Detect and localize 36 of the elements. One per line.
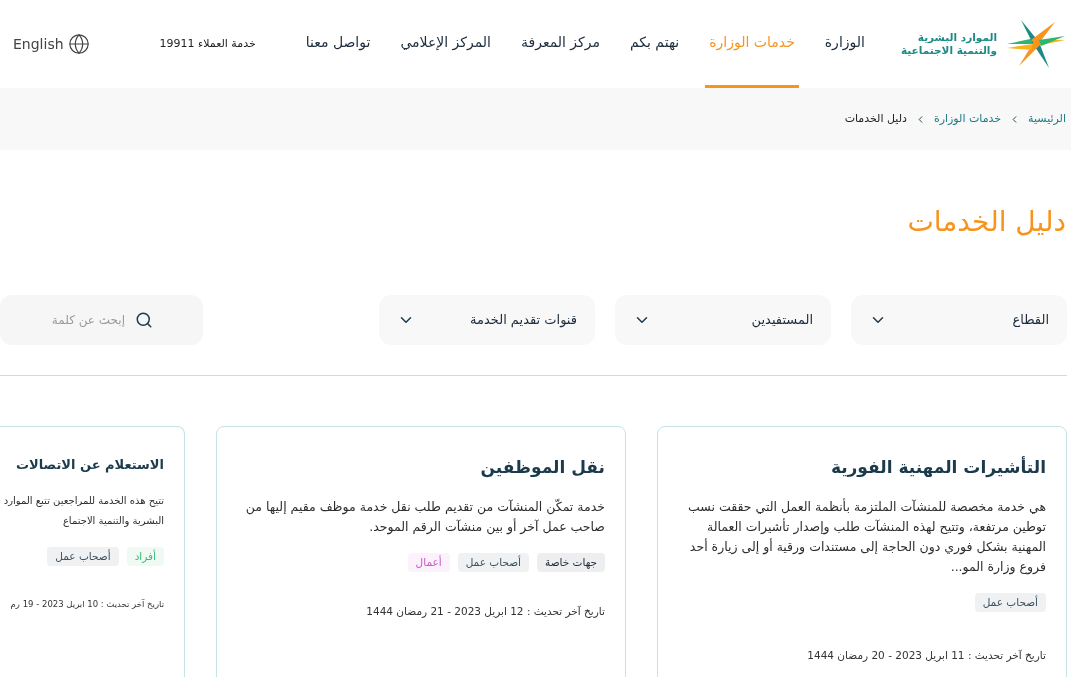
breadcrumb-link[interactable]: خدمات الوزارة	[933, 110, 1002, 128]
customer-service-number: خدمة العملاء 19911	[159, 35, 256, 52]
search-field[interactable]: إبحث عن كلمة	[0, 295, 203, 345]
card-description: تتيح هذه الخدمة للمراجعين تتبع الموارد البشرية والتنمية الاجتماع	[2, 493, 164, 529]
breadcrumb-link[interactable]: دليل الخدمات	[844, 110, 907, 128]
update-date: تاريخ آخر تحديث : 11 ابريل 2023 - 20 رمضان 1444	[806, 648, 1046, 664]
update-date: تاريخ آخر تحديث : 10 ابريل 2023 - 19 رم	[9, 598, 164, 611]
card-description: خدمة تمكّن المنشآت من تقديم طلب نقل خدمة موظف مقيم إليها من صاحب عمل آخر أو بين منشآت الرقم الموحد.	[244, 497, 605, 537]
nav-link[interactable]: الوزارة	[820, 0, 869, 88]
update-date: تاريخ آخر تحديث : 12 ابريل 2023 - 21 رمضان 1444	[365, 604, 605, 620]
service-card[interactable]: نقل الموظفين خدمة تمكّن المنشآت من تقديم طلب نقل خدمة موظف مقيم إليها من صاحب عمل آخر أو بين منشآت الرقم الموحد. جهات خاصة أصحاب عمل أعمال تاريخ آخر تحديث : 12 ابريل 2023 - 21 رمضان 1444	[216, 426, 626, 677]
logo-text: الموارد البشرية والتنمية الاجتماعية	[900, 31, 997, 57]
language-link[interactable]: English	[13, 33, 90, 55]
card-description: هي خدمة مخصصة للمنشآت الملتزمة بأنظمة العمل التي حققت نسب توطين مرتفعة، وتتيح لهذه المنشآت طلب وإصدار تأشيرات العمالة المهنية بشكل فوري دون الحاجة إلى مستندات ورقية أو إلى زيارة أحد فروع وزارة المو...	[687, 497, 1046, 577]
filter-dropdown[interactable]: قنوات تقديم الخدمة	[379, 295, 595, 345]
service-card[interactable]: الاستعلام عن الاتصالات تتيح هذه الخدمة للمراجعين تتبع الموارد البشرية والتنمية الاجتماع أفراد أصحاب عمل تاريخ آخر تحديث : 10 ابريل 2023 - 19 رم	[0, 426, 185, 677]
category-tag: جهات خاصة	[537, 552, 605, 573]
service-card[interactable]	[657, 426, 1067, 677]
page-title: دليل الخدمات	[906, 204, 1067, 240]
filter-dropdown[interactable]: القطاع	[851, 295, 1067, 345]
globe-icon	[67, 33, 90, 55]
nav-link[interactable]: نهتم بكم	[625, 0, 684, 88]
nav-link[interactable]: مركز المعرفة	[516, 0, 604, 88]
nav-link[interactable]: تواصل معنا	[301, 0, 375, 88]
category-tag: أعمال	[407, 552, 450, 573]
breadcrumb-link[interactable]: الرئيسية	[1028, 110, 1066, 128]
filter-dropdown[interactable]: المستفيدين	[615, 295, 831, 345]
category-tag: أصحاب عمل	[457, 552, 529, 573]
category-tag: أصحاب عمل	[974, 592, 1046, 613]
category-tag: أفراد	[126, 546, 164, 567]
search-icon	[135, 311, 153, 329]
card-title: نقل الموظفين	[479, 456, 605, 480]
card-title: الاستعلام عن الاتصالات	[14, 456, 164, 475]
card-title: التأشيرات المهنية الفورية	[829, 455, 1046, 480]
nav-link[interactable]: المركز الإعلامي	[396, 0, 495, 88]
category-tag: أصحاب عمل	[47, 546, 119, 567]
